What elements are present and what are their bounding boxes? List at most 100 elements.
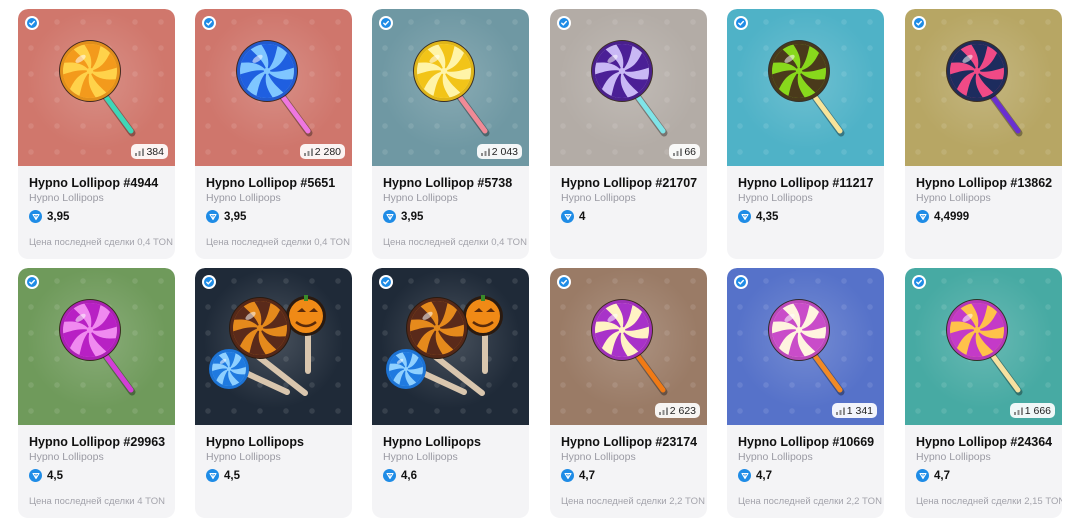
rarity-count: 2 623 <box>669 404 696 417</box>
collection-name: Hypno Lollipops <box>383 192 458 204</box>
last-sale-price: Цена последней сделки 0,4 TON <box>29 237 173 248</box>
gift-thumbnail[interactable] <box>18 268 175 425</box>
gift-thumbnail[interactable] <box>905 9 1062 166</box>
last-sale-price: Цена последней сделки 4 TON <box>29 496 166 507</box>
gift-thumbnail[interactable]: 66 <box>550 9 707 166</box>
lollipop-art <box>59 40 136 137</box>
gift-card[interactable]: Hypno Lollipop #29963 Hypno Lollipops 4,… <box>18 268 175 518</box>
gift-thumbnail[interactable]: 2 280 <box>195 9 352 166</box>
gift-title: Hypno Lollipop #4944 <box>29 176 159 190</box>
gift-card[interactable]: 66 Hypno Lollipop #21707 Hypno Lollipops… <box>550 9 707 259</box>
gift-thumbnail[interactable]: 2 623 <box>550 268 707 425</box>
price-value: 4,4999 <box>934 210 970 223</box>
verified-icon <box>557 16 571 30</box>
verified-icon <box>557 275 571 289</box>
gift-thumbnail[interactable]: 2 043 <box>372 9 529 166</box>
gift-title: Hypno Lollipop #5651 <box>206 176 336 190</box>
gift-card[interactable]: Hypno Lollipop #11217 Hypno Lollipops 4,… <box>727 9 884 259</box>
gift-title: Hypno Lollipop #13862 <box>916 176 1053 190</box>
last-sale-price: Цена последней сделки 2,2 TON <box>561 496 705 507</box>
rarity-count-badge: 1 666 <box>1009 403 1055 418</box>
gift-title: Hypno Lollipops <box>206 435 304 449</box>
price: 4,7 <box>916 469 950 482</box>
price: 3,95 <box>383 210 423 223</box>
last-sale-price: Цена последней сделки 0,4 TON <box>206 237 350 248</box>
ton-icon <box>916 469 929 482</box>
ton-icon <box>206 469 219 482</box>
price: 4,7 <box>738 469 772 482</box>
gift-thumbnail[interactable] <box>372 268 529 425</box>
chart-bars-icon <box>303 148 313 156</box>
rarity-count-badge: 66 <box>669 144 700 159</box>
gift-grid: 384 Hypno Lollipop #4944 Hypno Lollipops… <box>0 0 1090 518</box>
gift-thumbnail[interactable] <box>195 268 352 425</box>
collection-name: Hypno Lollipops <box>29 451 104 463</box>
gift-thumbnail[interactable] <box>727 9 884 166</box>
price-value: 4,5 <box>47 469 63 482</box>
collection-name: Hypno Lollipops <box>561 451 636 463</box>
gift-thumbnail[interactable]: 384 <box>18 9 175 166</box>
gift-title: Hypno Lollipop #5738 <box>383 176 513 190</box>
price-value: 3,95 <box>224 210 247 223</box>
ton-icon <box>561 469 574 482</box>
gift-card[interactable]: 2 043 Hypno Lollipop #5738 Hypno Lollipo… <box>372 9 529 259</box>
price-value: 4 <box>579 210 586 223</box>
verified-icon <box>202 275 216 289</box>
gift-title: Hypno Lollipop #11217 <box>738 176 874 190</box>
rarity-count-badge: 1 341 <box>831 403 877 418</box>
gift-card[interactable]: 2 280 Hypno Lollipop #5651 Hypno Lollipo… <box>195 9 352 259</box>
verified-icon <box>734 16 748 30</box>
collection-name: Hypno Lollipops <box>738 451 813 463</box>
gift-card[interactable]: Hypno Lollipops Hypno Lollipops 4,6 <box>372 268 529 518</box>
collection-name: Hypno Lollipops <box>561 192 636 204</box>
ton-icon <box>916 210 929 223</box>
price: 3,95 <box>29 210 69 223</box>
verified-icon <box>25 275 39 289</box>
rarity-count-badge: 2 623 <box>654 403 700 418</box>
ton-icon <box>561 210 574 223</box>
verified-icon <box>912 275 926 289</box>
gift-card[interactable]: Hypno Lollipop #13862 Hypno Lollipops 4,… <box>905 9 1062 259</box>
lollipop-art <box>413 40 490 137</box>
ton-icon <box>206 210 219 223</box>
ton-icon <box>738 469 751 482</box>
price: 4,5 <box>29 469 63 482</box>
gift-card[interactable]: 384 Hypno Lollipop #4944 Hypno Lollipops… <box>18 9 175 259</box>
gift-card[interactable]: Hypno Lollipops Hypno Lollipops 4,5 <box>195 268 352 518</box>
price: 4,4999 <box>916 210 969 223</box>
rarity-count: 1 341 <box>846 404 873 417</box>
price-value: 4,5 <box>224 469 240 482</box>
gift-thumbnail[interactable]: 1 666 <box>905 268 1062 425</box>
gift-card[interactable]: 2 623 Hypno Lollipop #23174 Hypno Lollip… <box>550 268 707 518</box>
collection-name: Hypno Lollipops <box>206 451 281 463</box>
lollipop-art <box>946 299 1023 396</box>
price-value: 4,7 <box>756 469 772 482</box>
price: 4 <box>561 210 585 223</box>
rarity-count-badge: 2 280 <box>299 144 345 159</box>
ton-icon <box>29 469 42 482</box>
gift-title: Hypno Lollipop #23174 <box>561 435 698 449</box>
lollipop-art <box>946 40 1023 137</box>
price: 4,5 <box>206 469 240 482</box>
chart-bars-icon <box>135 148 145 156</box>
verified-icon <box>912 16 926 30</box>
gift-title: Hypno Lollipop #10669 <box>738 435 875 449</box>
ton-icon <box>29 210 42 223</box>
ton-icon <box>383 210 396 223</box>
rarity-count: 1 666 <box>1024 404 1051 417</box>
price: 4,7 <box>561 469 595 482</box>
chart-bars-icon <box>1013 407 1023 415</box>
price-value: 3,95 <box>401 210 424 223</box>
gift-card[interactable]: 1 341 Hypno Lollipop #10669 Hypno Lollip… <box>727 268 884 518</box>
chart-bars-icon <box>658 407 668 415</box>
chart-bars-icon <box>835 407 845 415</box>
chart-bars-icon <box>480 148 490 156</box>
gift-thumbnail[interactable]: 1 341 <box>727 268 884 425</box>
gift-title: Hypno Lollipop #24364 <box>916 435 1053 449</box>
collection-name: Hypno Lollipops <box>916 451 991 463</box>
lollipop-art <box>591 40 668 137</box>
last-sale-price: Цена последней сделки 0,4 TON <box>383 237 527 248</box>
gift-card[interactable]: 1 666 Hypno Lollipop #24364 Hypno Lollip… <box>905 268 1062 518</box>
verified-icon <box>202 16 216 30</box>
lollipops-bundle-art <box>386 295 503 396</box>
